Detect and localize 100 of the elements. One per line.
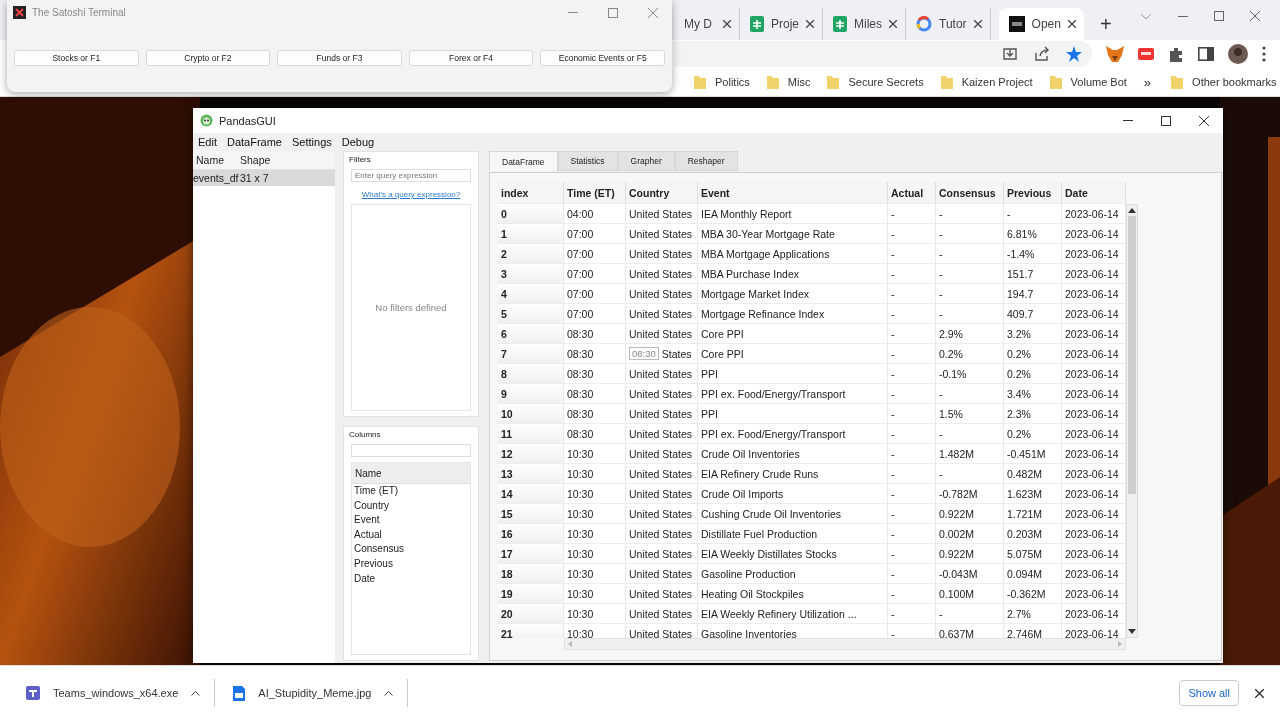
browser-tab[interactable]: Open	[998, 8, 1084, 40]
menu-button[interactable]: Crypto or F2	[145, 50, 271, 66]
table-cell: 07:00	[564, 264, 626, 284]
table-cell: 1.623M	[1004, 484, 1062, 504]
column-item[interactable]: Actual	[352, 527, 470, 543]
row-header: 19	[498, 584, 564, 604]
minimize-icon[interactable]	[1178, 15, 1188, 17]
table-cell: 2.7%	[1004, 604, 1062, 624]
table-cell: Core PPI	[698, 324, 888, 344]
tab[interactable]: Statistics	[557, 151, 618, 171]
puzzle-icon[interactable]	[1168, 46, 1184, 62]
table-cell: 0.2%	[1004, 344, 1062, 364]
column-header[interactable]: Actual	[888, 182, 936, 204]
show-all-button[interactable]: Show all	[1179, 680, 1239, 706]
side-panel-icon[interactable]	[1198, 47, 1214, 61]
table-cell: MBA 30-Year Mortgage Rate	[698, 224, 888, 244]
column-header[interactable]: index	[498, 182, 564, 204]
menu-icon[interactable]	[1262, 46, 1266, 62]
table-cell: 04:00	[564, 204, 626, 224]
tab[interactable]: Reshaper	[674, 151, 738, 171]
download-item[interactable]: AI_Stupidity_Meme.jpg	[233, 679, 409, 707]
column-header[interactable]: Event	[698, 182, 888, 204]
table-cell: -	[888, 404, 936, 424]
bookmark[interactable]: Other bookmarks	[1171, 75, 1277, 89]
fox-icon[interactable]	[1106, 46, 1124, 62]
column-header[interactable]: Time (ET)	[564, 182, 626, 204]
menu-button[interactable]: Economic Events or F5	[540, 50, 665, 66]
column-header[interactable]: Consensus	[936, 182, 1004, 204]
column-header: Name	[196, 154, 225, 166]
row-header: 17	[498, 544, 564, 564]
star-icon[interactable]	[1066, 46, 1082, 62]
menu-button[interactable]: Forex or F4	[408, 50, 534, 66]
dataframe-row[interactable]: events_df31 x 7	[193, 170, 335, 186]
column-item[interactable]: Consensus	[352, 542, 470, 557]
bookmark[interactable]: Volume Bot	[1049, 75, 1127, 89]
table-cell: 08:30	[564, 404, 626, 424]
close-icon[interactable]	[723, 20, 731, 28]
column-item[interactable]: Time (ET)	[352, 484, 470, 499]
table-cell: 10:30	[564, 524, 626, 544]
download-item[interactable]: Teams_windows_x64.exe	[26, 679, 216, 707]
bookmark[interactable]: Secure Secrets	[827, 75, 924, 89]
avatar-icon[interactable]	[1228, 44, 1248, 64]
bookmark[interactable]: Misc	[766, 75, 811, 89]
tab[interactable]: Grapher	[617, 151, 675, 171]
install-icon[interactable]	[1002, 46, 1018, 62]
tab[interactable]: DataFrame	[489, 151, 558, 171]
table-cell: United States	[626, 264, 698, 284]
close-icon[interactable]	[1067, 20, 1076, 28]
close-icon[interactable]	[806, 20, 814, 28]
browser-tab[interactable]: Proje	[740, 8, 823, 40]
column-item[interactable]: Previous	[352, 556, 470, 572]
browser-tab[interactable]: Miles	[823, 8, 907, 40]
table-cell: 0.482M	[1004, 464, 1062, 484]
menu-button[interactable]: Stocks or F1	[14, 50, 139, 66]
folder-icon	[766, 75, 779, 89]
table-cell: 1.482M	[936, 444, 1004, 464]
panel-title: Columns	[349, 430, 382, 441]
google-icon	[916, 16, 933, 32]
table-cell: -	[888, 344, 936, 364]
maximize-icon[interactable]	[1161, 115, 1171, 126]
share-icon[interactable]	[1034, 46, 1050, 62]
row-header: 16	[498, 524, 564, 544]
search-field[interactable]	[351, 444, 471, 457]
query-field[interactable]: Enter query expression	[351, 169, 471, 182]
close-icon[interactable]	[973, 20, 982, 28]
column-header[interactable]: Country	[626, 182, 698, 204]
column-item[interactable]: Date	[352, 571, 470, 587]
menu-item[interactable]: Edit	[198, 136, 217, 148]
scroll-down-icon[interactable]	[1128, 629, 1136, 634]
close-icon[interactable]	[1199, 115, 1209, 126]
caret-icon[interactable]	[384, 690, 394, 696]
column-header[interactable]: Date	[1062, 182, 1126, 204]
table-cell: United States	[626, 544, 698, 564]
bookmark[interactable]: Politics	[694, 75, 750, 89]
help-link[interactable]: What's a query expression?	[351, 190, 471, 199]
caret-icon[interactable]	[191, 690, 201, 696]
browser-tab[interactable]: Tutor	[906, 8, 991, 40]
table-cell: -0.451M	[1004, 444, 1062, 464]
menu-item[interactable]: DataFrame	[226, 136, 282, 148]
menu-item[interactable]: Debug	[341, 136, 375, 148]
extension-icon[interactable]	[1138, 48, 1154, 60]
table-cell: Crude Oil Inventories	[698, 444, 888, 464]
column-item[interactable]: Country	[352, 498, 470, 514]
column-header[interactable]: Previous	[1004, 182, 1062, 204]
address-bar[interactable]	[674, 41, 1092, 67]
row-header: 15	[498, 504, 564, 524]
bookmark[interactable]: Kaizen Project	[940, 75, 1033, 89]
bookmarks-overflow-button[interactable]: »	[1143, 74, 1152, 90]
vertical-scrollbar[interactable]	[1126, 204, 1138, 638]
row-header: 6	[498, 324, 564, 344]
menu-item[interactable]: Settings	[292, 136, 332, 148]
table-cell: United States	[626, 564, 698, 584]
menu-button[interactable]: Funds or F3	[277, 50, 402, 66]
browser-tab[interactable]: My D	[674, 8, 740, 40]
close-icon[interactable]	[1255, 688, 1264, 698]
scroll-up-icon[interactable]	[1128, 208, 1136, 213]
close-icon[interactable]	[889, 20, 898, 28]
column-item[interactable]: Event	[352, 513, 470, 528]
new-tab-button[interactable]: +	[1095, 13, 1116, 36]
table-cell: -	[888, 204, 936, 224]
